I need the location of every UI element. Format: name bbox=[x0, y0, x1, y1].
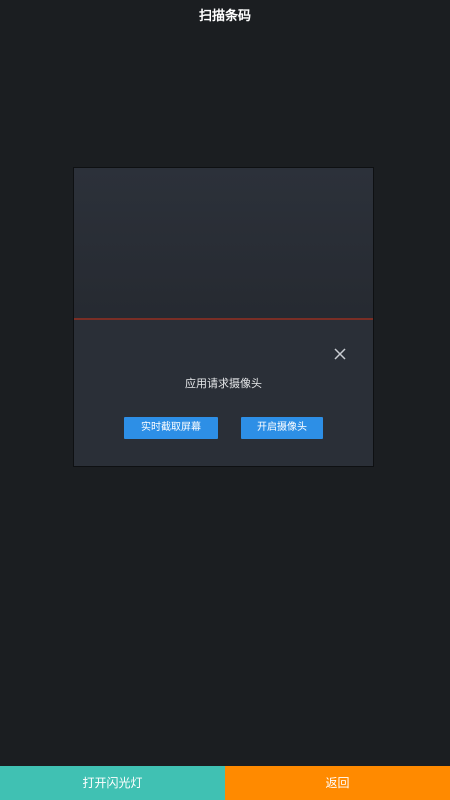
bottom-bar: 打开闪光灯 返回 bbox=[0, 766, 450, 800]
close-icon[interactable] bbox=[333, 346, 347, 360]
scan-frame: 应用请求摄像头 实时截取屏幕 开启摄像头 bbox=[73, 167, 374, 467]
dialog-message: 应用请求摄像头 bbox=[185, 377, 262, 390]
open-camera-button[interactable]: 开启摄像头 bbox=[241, 417, 323, 439]
barcode-scan-page: 扫描条码 应用请求摄像头 实时截取屏幕 开启摄像头 打开闪光灯 返回 bbox=[0, 0, 450, 800]
camera-preview bbox=[74, 168, 373, 318]
page-title: 扫描条码 bbox=[198, 9, 251, 24]
flashlight-button[interactable]: 打开闪光灯 bbox=[0, 766, 225, 800]
back-button[interactable]: 返回 bbox=[225, 766, 450, 800]
camera-permission-dialog: 应用请求摄像头 实时截取屏幕 开启摄像头 bbox=[74, 320, 373, 466]
close-icon-glyph bbox=[334, 348, 346, 360]
screen-capture-button[interactable]: 实时截取屏幕 bbox=[124, 417, 218, 439]
